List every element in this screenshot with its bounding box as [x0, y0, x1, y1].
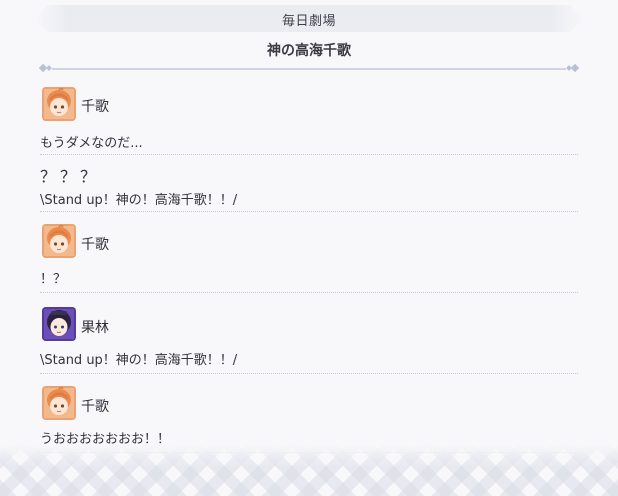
speaker-row: 千歌: [40, 212, 578, 258]
dialogue-entry: 千歌 ！？: [40, 212, 578, 293]
karin-avatar-icon: [42, 307, 76, 341]
speaker-row: 果林: [40, 293, 578, 341]
speaker-name: 果林: [81, 320, 109, 336]
divider-diamond-right: [570, 63, 580, 73]
dialogue-entry: 果林 \Stand up！神の！高海千歌！！/: [40, 293, 578, 374]
chika-avatar-icon: [42, 224, 76, 258]
speaker-row: 千歌: [40, 374, 578, 420]
theater-screen: 毎日劇場 神の高海千歌 千歌 もうダメなのだ... ？？？ \Stand up！…: [0, 0, 618, 496]
title-divider: [38, 63, 580, 75]
speaker-name: 千歌: [81, 399, 109, 415]
dialogue-entry: ？？？ \Stand up！神の！高海千歌！！/: [40, 155, 578, 212]
dialogue-text: \Stand up！神の！高海千歌！！/: [40, 353, 238, 368]
chika-avatar-icon: [42, 87, 76, 121]
episode-title: 神の高海千歌: [267, 43, 351, 59]
dialogue-text: ！？: [40, 272, 67, 287]
speaker-row: 千歌: [40, 80, 578, 121]
speaker-name: 千歌: [81, 99, 109, 115]
header-banner: 毎日劇場: [34, 5, 584, 32]
banner-title: 毎日劇場: [281, 14, 336, 29]
unknown-speaker-marks: ？？？: [40, 167, 101, 186]
divider-line: [52, 68, 566, 70]
dialogue-text: \Stand up！神の！高海千歌！！/: [40, 193, 238, 208]
dialogue-entry: 千歌 もうダメなのだ...: [40, 80, 578, 155]
dialogue-entry: 千歌 うおおおおおおお！！: [40, 374, 578, 453]
dialogue-log[interactable]: 千歌 もうダメなのだ... ？？？ \Stand up！神の！高海千歌！！/ 千…: [40, 80, 578, 453]
speaker-name: 千歌: [81, 237, 109, 253]
divider-diamond-left-small: [46, 65, 52, 71]
chika-avatar-icon: [42, 386, 76, 420]
footer-diamond-pattern: [0, 444, 618, 496]
dialogue-text: もうダメなのだ...: [40, 136, 143, 151]
